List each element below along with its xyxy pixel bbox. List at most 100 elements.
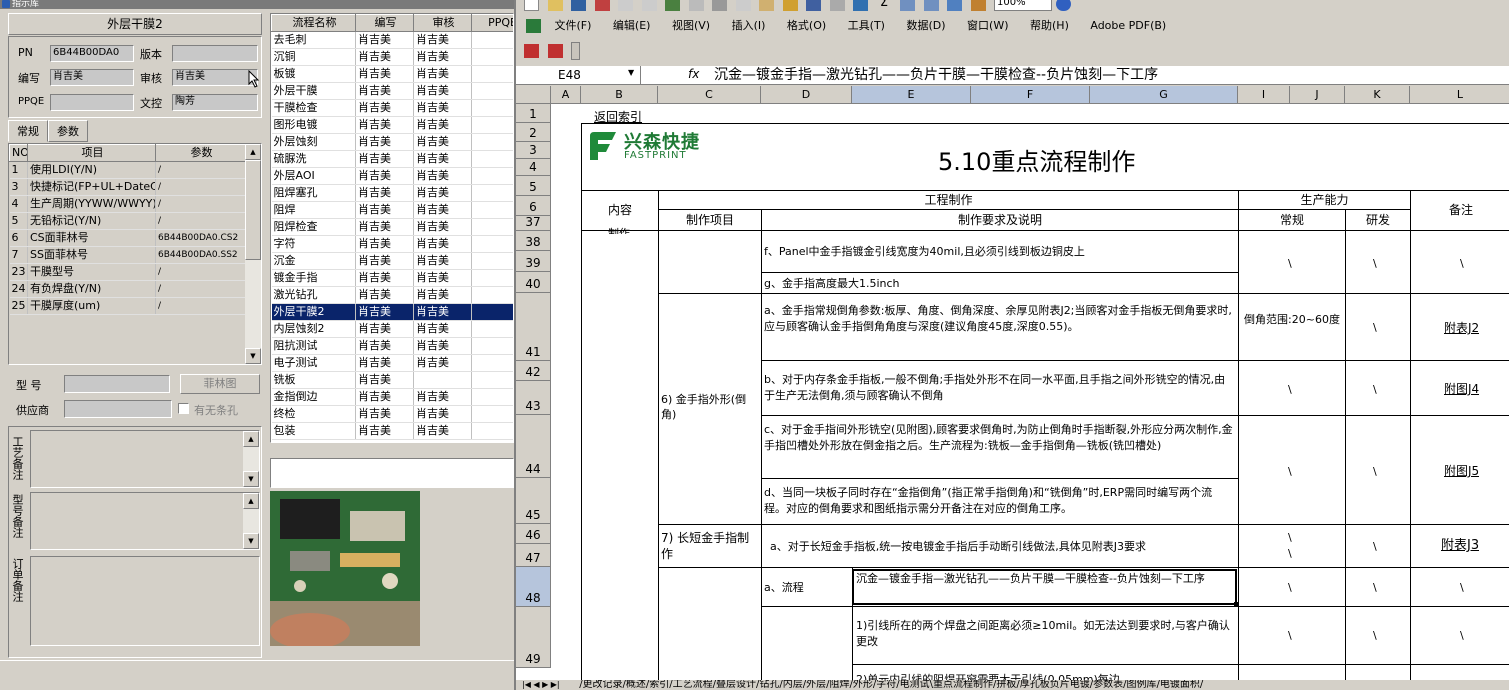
new-icon[interactable] — [524, 0, 539, 11]
scroll-down-icon[interactable]: ▼ — [243, 533, 259, 549]
menu-insert[interactable]: 插入(I) — [732, 17, 766, 33]
column-header-k[interactable]: K — [1345, 86, 1410, 104]
column-header-l[interactable]: L — [1410, 86, 1509, 104]
process-note-field[interactable] — [270, 458, 514, 488]
spell-icon[interactable] — [665, 0, 680, 11]
col-param[interactable]: 参数 — [155, 144, 246, 162]
process-remark-box[interactable]: ▲ ▼ — [30, 430, 260, 488]
process-row[interactable]: 图形电镀 肖吉美 肖吉美 — [271, 116, 513, 134]
menu-adobe-pdf[interactable]: Adobe PDF(B) — [1090, 19, 1166, 32]
process-row[interactable]: 铣板 肖吉美 — [271, 371, 513, 389]
no-strip-checkbox[interactable] — [178, 403, 189, 414]
open-icon[interactable] — [547, 0, 563, 11]
menu-view[interactable]: 视图(V) — [672, 17, 710, 33]
row-header-41[interactable]: 41 — [516, 293, 551, 361]
column-header-j[interactable]: J — [1290, 86, 1345, 104]
menu-tools[interactable]: 工具(T) — [848, 17, 885, 33]
scroll-down-icon[interactable]: ▼ — [243, 471, 259, 487]
process-row[interactable]: 外层AOI 肖吉美 肖吉美 — [271, 167, 513, 185]
param-scrollbar[interactable]: ▲ ▼ — [245, 144, 261, 364]
writer-input[interactable]: 肖吉美 — [50, 69, 134, 86]
col-process-name[interactable]: 流程名称 — [271, 14, 356, 32]
menu-help[interactable]: 帮助(H) — [1030, 17, 1069, 33]
convert-pdf-icon[interactable] — [524, 44, 539, 58]
menu-window[interactable]: 窗口(W) — [967, 17, 1008, 33]
format-painter-icon[interactable] — [782, 0, 798, 11]
wenkong-input[interactable]: 陶芳 — [172, 94, 258, 111]
process-row[interactable]: 字符 肖吉美 肖吉美 — [271, 235, 513, 253]
help-icon[interactable] — [1055, 0, 1071, 11]
zoom-select[interactable]: 100% — [994, 0, 1052, 11]
process-row[interactable]: 板镀 肖吉美 肖吉美 — [271, 65, 513, 83]
tab-params[interactable]: 参数 — [48, 120, 88, 142]
redo-icon[interactable] — [829, 0, 845, 11]
process-row[interactable]: 金指倒边 肖吉美 肖吉美 — [271, 388, 513, 406]
film-image-button[interactable]: 菲林图 — [180, 374, 260, 394]
col-item[interactable]: 项目 — [27, 144, 156, 162]
column-header-i[interactable]: I — [1238, 86, 1290, 104]
process-row[interactable]: 干膜检查 肖吉美 肖吉美 — [271, 99, 513, 117]
row-header-46[interactable]: 46 — [516, 524, 551, 544]
supplier-input[interactable] — [64, 400, 172, 418]
column-header-g[interactable]: G — [1090, 86, 1238, 104]
process-row[interactable]: 终检 肖吉美 肖吉美 — [271, 405, 513, 423]
row-header-3[interactable]: 3 — [516, 142, 551, 159]
model-remark-box[interactable]: ▲ ▼ — [30, 492, 260, 550]
paste-icon[interactable] — [759, 0, 774, 11]
toolbar-options-icon[interactable] — [571, 42, 580, 60]
tab-general[interactable]: 常规 — [8, 120, 48, 142]
row-header-47[interactable]: 47 — [516, 544, 551, 567]
print-icon[interactable] — [618, 0, 633, 11]
col-reviewer[interactable]: 审核 — [413, 14, 472, 32]
hyperlink-icon[interactable] — [853, 0, 868, 11]
param-row[interactable]: 1 使用LDI(Y/N) / — [9, 161, 246, 179]
version-input[interactable] — [172, 45, 258, 62]
process-row[interactable]: 内层蚀刻2 肖吉美 肖吉美 — [271, 320, 513, 338]
permission-icon[interactable] — [594, 0, 610, 11]
row-header-4[interactable]: 4 — [516, 159, 551, 176]
select-all-corner[interactable] — [516, 86, 551, 104]
process-row[interactable]: 去毛刺 肖吉美 肖吉美 — [271, 31, 513, 49]
row-header-45[interactable]: 45 — [516, 478, 551, 524]
sort-desc-icon[interactable] — [923, 0, 939, 11]
row-header-5[interactable]: 5 — [516, 176, 551, 196]
menu-edit[interactable]: 编辑(E) — [613, 17, 651, 33]
col-no[interactable]: NO — [9, 144, 28, 162]
sheet-tabs[interactable]: /更改记录/概述/索引/工艺流程/叠层设计/钻孔/内层/外层/阻焊/外形/字符/… — [579, 680, 1203, 690]
row-header-43[interactable]: 43 — [516, 381, 551, 415]
process-row[interactable]: 激光钻孔 肖吉美 肖吉美 — [271, 286, 513, 304]
note-table-j3[interactable]: 附表J3 — [1441, 538, 1479, 554]
convert-pdf-mail-icon[interactable] — [547, 44, 563, 58]
process-row[interactable]: 电子测试 肖吉美 肖吉美 — [271, 354, 513, 372]
row-header-40[interactable]: 40 — [516, 272, 551, 293]
column-header-e[interactable]: E — [852, 86, 971, 104]
menu-format[interactable]: 格式(O) — [787, 17, 826, 33]
save-icon[interactable] — [571, 0, 586, 11]
fx-icon[interactable]: fx — [688, 67, 699, 81]
selected-cell-e48[interactable]: 沉金—镀金手指—激光钻孔——负片干膜—干膜检查--负片蚀刻—下工序 — [852, 569, 1237, 605]
row-header-1[interactable]: 1 — [516, 104, 551, 123]
chart-wizard-icon[interactable] — [947, 0, 962, 11]
menu-file[interactable]: 文件(F) — [555, 17, 592, 33]
param-row[interactable]: 7 SS面菲林号 6B44B00DA0.SS2 — [9, 246, 246, 264]
row-header-49[interactable]: 49 — [516, 607, 551, 668]
param-row[interactable]: 23 干膜型号 / — [9, 263, 246, 281]
process-row[interactable]: 硫脲洗 肖吉美 肖吉美 — [271, 150, 513, 168]
autosum-icon[interactable]: Σ — [877, 0, 892, 11]
process-row[interactable]: 阻焊检查 肖吉美 肖吉美 — [271, 218, 513, 236]
param-row[interactable]: 25 干膜厚度(um) / — [9, 297, 246, 315]
row-header-42[interactable]: 42 — [516, 361, 551, 381]
column-header-d[interactable]: D — [761, 86, 852, 104]
name-box-dropdown-icon[interactable]: ▼ — [628, 68, 634, 77]
process-row[interactable]: 外层干膜2 肖吉美 肖吉美 — [271, 303, 513, 321]
column-header-a[interactable]: A — [551, 86, 581, 104]
name-box[interactable]: E48 — [516, 66, 641, 84]
row-header-44[interactable]: 44 — [516, 415, 551, 478]
pn-input[interactable]: 6B44B00DA0 — [50, 45, 134, 62]
param-row[interactable]: 5 无铅标记(Y/N) / — [9, 212, 246, 230]
col-ppqe[interactable]: PPQE — [471, 14, 513, 32]
row-header-6[interactable]: 6 — [516, 196, 551, 216]
process-row[interactable]: 外层蚀刻 肖吉美 肖吉美 — [271, 133, 513, 151]
note-table-j2[interactable]: 附表J2 — [1444, 320, 1479, 336]
process-row[interactable]: 阻抗测试 肖吉美 肖吉美 — [271, 337, 513, 355]
